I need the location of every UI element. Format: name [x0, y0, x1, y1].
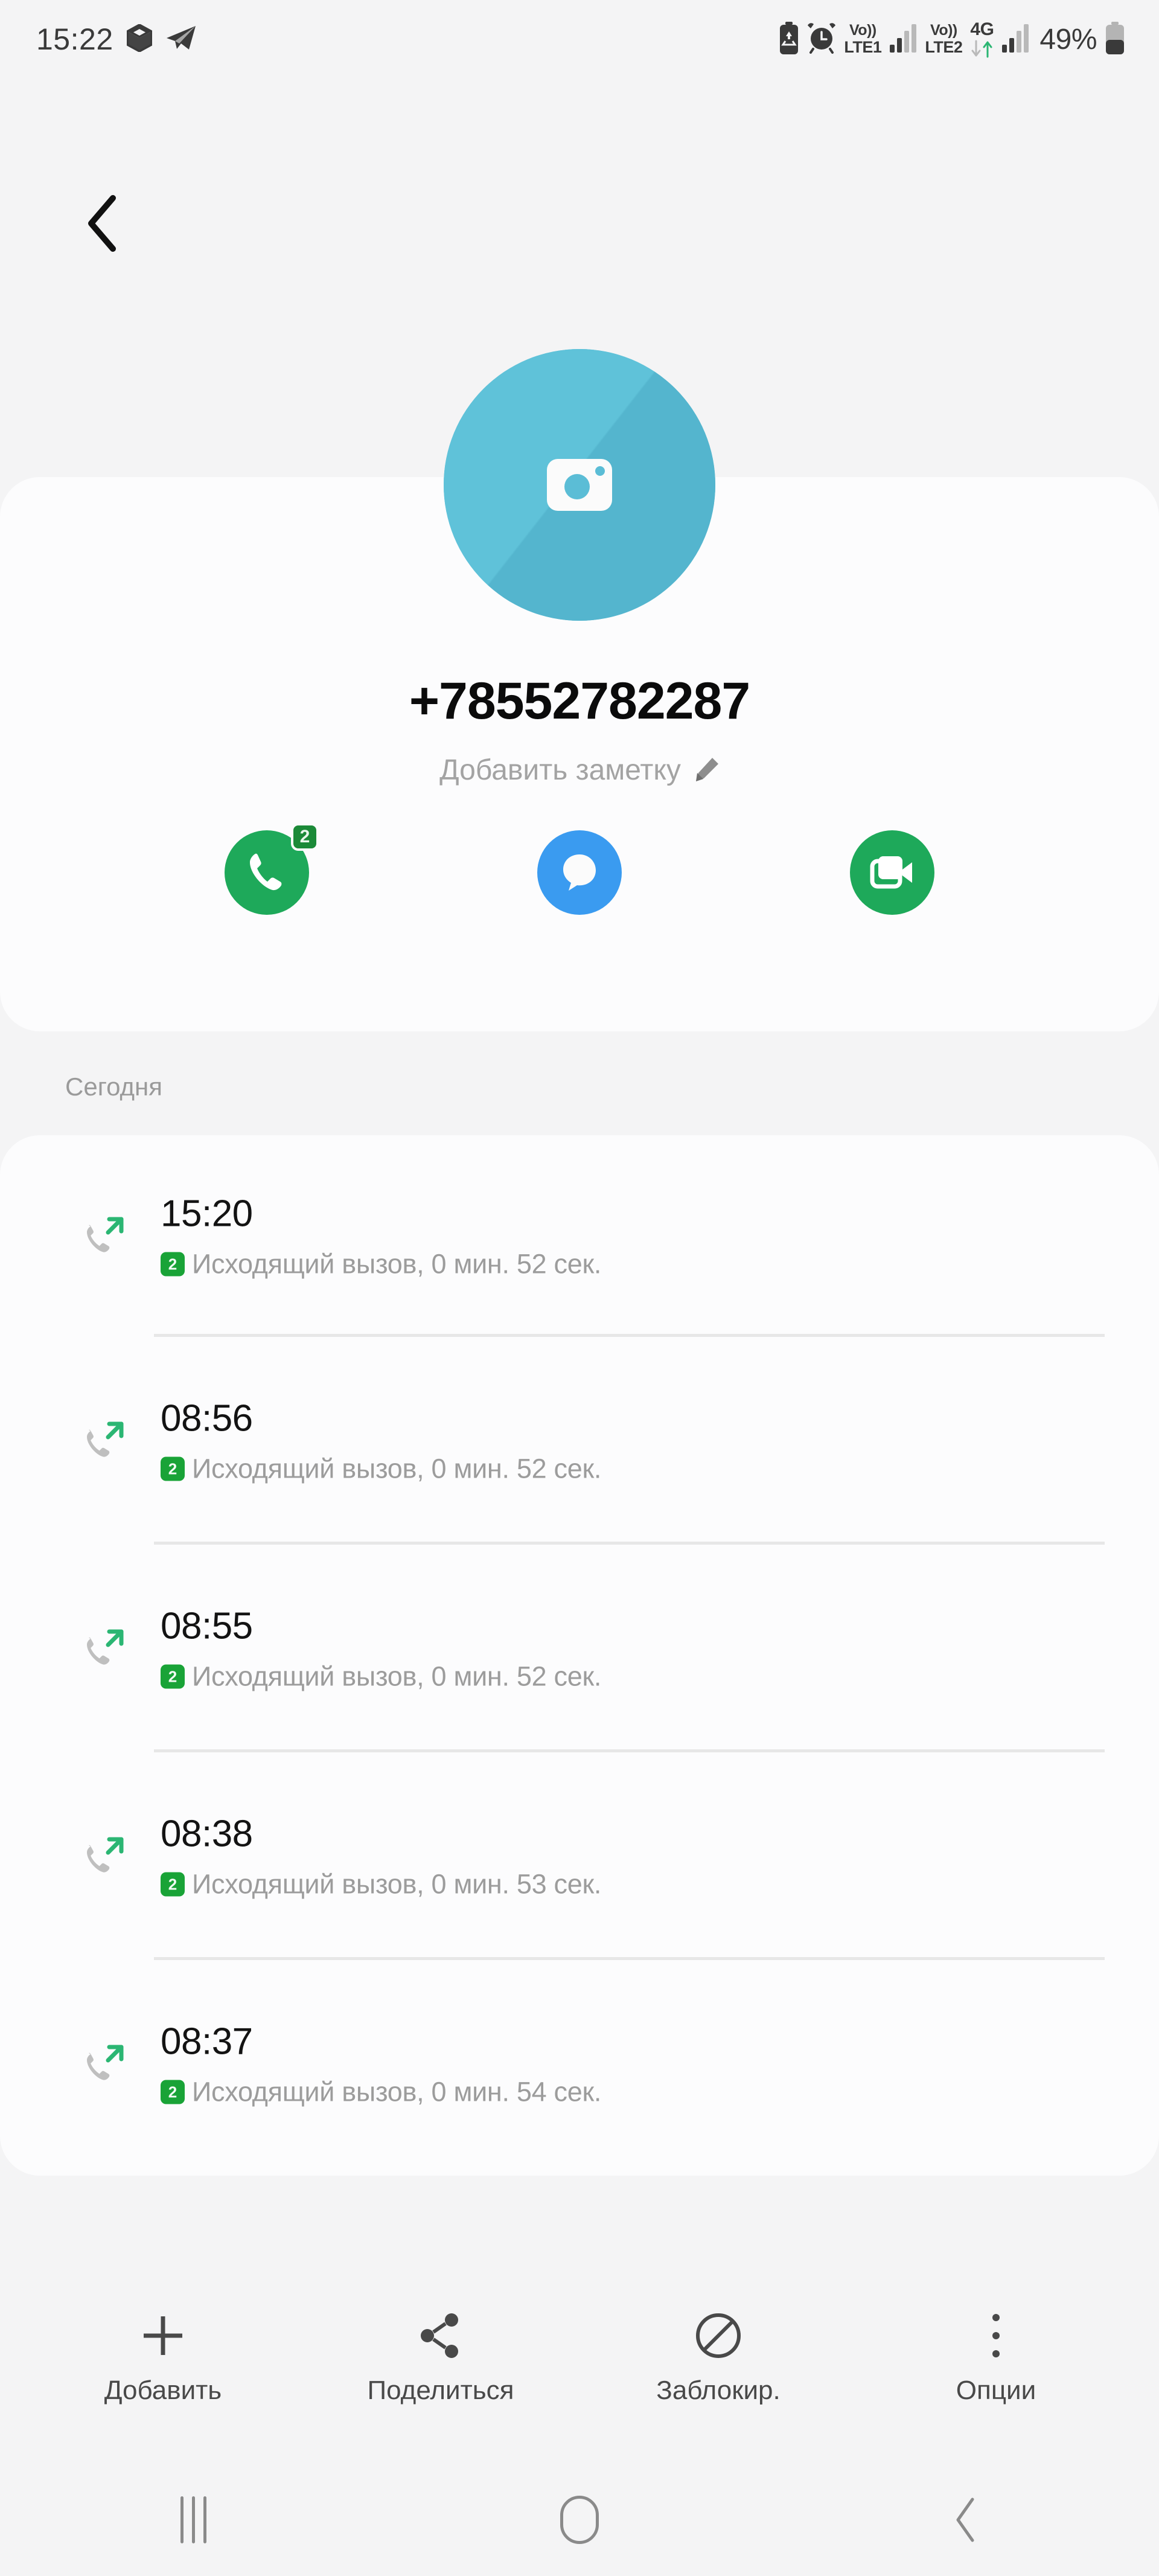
- video-camera-icon: [870, 856, 912, 889]
- avatar[interactable]: [444, 349, 715, 621]
- phone-screen: 15:22 Vo)) LTE1 Vo)) LTE2 4G 49% +785527…: [0, 0, 1159, 2576]
- call-entry-body: 08:56 2 Исходящий вызов, 0 мин. 52 сек.: [161, 1397, 601, 1485]
- call-subtitle: 2 Исходящий вызов, 0 мин. 53 сек.: [161, 1869, 601, 1900]
- call-subtitle: 2 Исходящий вызов, 0 мин. 52 сек.: [161, 1661, 601, 1693]
- block-icon: [694, 2308, 742, 2363]
- options-button-label: Опции: [956, 2376, 1036, 2405]
- status-bar-right: Vo)) LTE1 Vo)) LTE2 4G 49%: [779, 21, 1125, 58]
- outgoing-call-icon: [77, 2035, 135, 2093]
- add-note-button[interactable]: Добавить заметку: [0, 754, 1159, 787]
- nav-back-button[interactable]: [875, 2484, 1056, 2556]
- table-row[interactable]: 15:20 2 Исходящий вызов, 0 мин. 52 сек.: [0, 1135, 1159, 1337]
- camera-icon: [547, 459, 612, 511]
- status-bar-clock: 15:22: [36, 22, 113, 56]
- table-row[interactable]: 08:38 2 Исходящий вызов, 0 мин. 53 сек.: [0, 1752, 1159, 1960]
- call-entry-body: 08:55 2 Исходящий вызов, 0 мин. 52 сек.: [161, 1605, 601, 1693]
- message-button[interactable]: [537, 830, 622, 915]
- share-icon: [418, 2308, 464, 2363]
- call-entry-body: 15:20 2 Исходящий вызов, 0 мин. 52 сек.: [161, 1193, 601, 1280]
- outgoing-call-icon: [77, 1827, 135, 1885]
- table-row[interactable]: 08:37 2 Исходящий вызов, 0 мин. 54 сек.: [0, 1960, 1159, 2168]
- sim-badge: 2: [161, 1252, 185, 1277]
- battery-percent-label: 49%: [1039, 23, 1097, 56]
- plus-icon: [140, 2308, 186, 2363]
- call-description: Исходящий вызов, 0 мин. 54 сек.: [192, 2076, 602, 2107]
- outgoing-call-icon: [77, 1412, 135, 1470]
- back-button[interactable]: [56, 175, 152, 272]
- alarm-icon: [807, 22, 836, 57]
- table-row[interactable]: 08:55 2 Исходящий вызов, 0 мин. 52 сек.: [0, 1545, 1159, 1752]
- status-bar-left: 15:22: [36, 22, 197, 57]
- telegram-icon: [165, 24, 197, 55]
- sim-badge: 2: [161, 2080, 185, 2104]
- data-arrows-icon: [971, 40, 993, 58]
- call-subtitle: 2 Исходящий вызов, 0 мин. 54 сек.: [161, 2077, 601, 2108]
- call-subtitle: 2 Исходящий вызов, 0 мин. 52 сек.: [161, 1453, 601, 1485]
- home-icon: [560, 2496, 599, 2544]
- call-log-section-title: Сегодня: [65, 1072, 162, 1101]
- table-row[interactable]: 08:56 2 Исходящий вызов, 0 мин. 52 сек.: [0, 1337, 1159, 1545]
- nav-recents-button[interactable]: [103, 2484, 284, 2556]
- call-button[interactable]: 2: [225, 823, 319, 915]
- call-subtitle: 2 Исходящий вызов, 0 мин. 52 сек.: [161, 1249, 601, 1280]
- call-time: 08:56: [161, 1397, 253, 1440]
- outgoing-call-icon: [77, 1620, 135, 1677]
- battery-icon: [1105, 21, 1125, 57]
- network-type-label: 4G: [970, 19, 994, 39]
- call-sim-badge: 2: [291, 823, 319, 851]
- outgoing-call-icon: [77, 1207, 135, 1265]
- call-description: Исходящий вызов, 0 мин. 52 сек.: [192, 1248, 602, 1280]
- sim-badge: 2: [161, 1872, 185, 1897]
- contact-actions: 2: [0, 823, 1159, 915]
- volte2-icon: Vo)) LTE2: [925, 22, 963, 56]
- status-bar: 15:22 Vo)) LTE1 Vo)) LTE2 4G 49%: [0, 0, 1159, 78]
- call-entry-body: 08:37 2 Исходящий вызов, 0 мин. 54 сек.: [161, 2020, 601, 2108]
- options-button[interactable]: Опции: [896, 2276, 1096, 2406]
- add-button-label: Добавить: [104, 2376, 222, 2405]
- call-description: Исходящий вызов, 0 мин. 52 сек.: [192, 1661, 602, 1692]
- back-chevron-icon: [956, 2498, 974, 2542]
- sim-badge: 2: [161, 1456, 185, 1481]
- block-button-label: Заблокир.: [656, 2376, 781, 2405]
- call-description: Исходящий вызов, 0 мин. 52 сек.: [192, 1453, 602, 1484]
- phone-icon: [250, 853, 282, 891]
- call-time: 08:55: [161, 1605, 253, 1647]
- pencil-icon: [695, 757, 718, 781]
- volte1-icon: Vo)) LTE1: [844, 22, 882, 56]
- nav-home-button[interactable]: [489, 2484, 670, 2556]
- call-time: 08:38: [161, 1813, 253, 1855]
- battery-saver-icon: [779, 21, 799, 57]
- video-call-button[interactable]: [850, 830, 934, 915]
- share-button-label: Поделиться: [367, 2376, 514, 2405]
- call-time: 08:37: [161, 2020, 253, 2063]
- add-button[interactable]: Добавить: [63, 2276, 263, 2406]
- back-chevron-icon: [88, 195, 116, 252]
- signal1-icon: [889, 23, 917, 56]
- more-vertical-icon: [988, 2308, 1004, 2363]
- signal2-icon: [1001, 23, 1029, 56]
- package-icon: [126, 23, 153, 55]
- data-transfer-icon: 4G: [970, 21, 994, 58]
- add-note-label: Добавить заметку: [439, 754, 681, 786]
- share-button[interactable]: Поделиться: [341, 2276, 540, 2406]
- recents-icon: [180, 2496, 206, 2543]
- sim-badge: 2: [161, 1664, 185, 1689]
- call-log-list: 15:20 2 Исходящий вызов, 0 мин. 52 сек. …: [0, 1135, 1159, 2176]
- system-navigation-bar: [0, 2464, 1159, 2576]
- call-entry-body: 08:38 2 Исходящий вызов, 0 мин. 53 сек.: [161, 1813, 601, 1900]
- message-bubble-icon: [563, 854, 596, 891]
- bottom-toolbar: Добавить Поделиться Заблокир. Опции: [0, 2276, 1159, 2452]
- page-title: +78552782287: [409, 672, 750, 730]
- call-description: Исходящий вызов, 0 мин. 53 сек.: [192, 1868, 602, 1900]
- call-time: 15:20: [161, 1193, 253, 1235]
- block-button[interactable]: Заблокир.: [619, 2276, 818, 2406]
